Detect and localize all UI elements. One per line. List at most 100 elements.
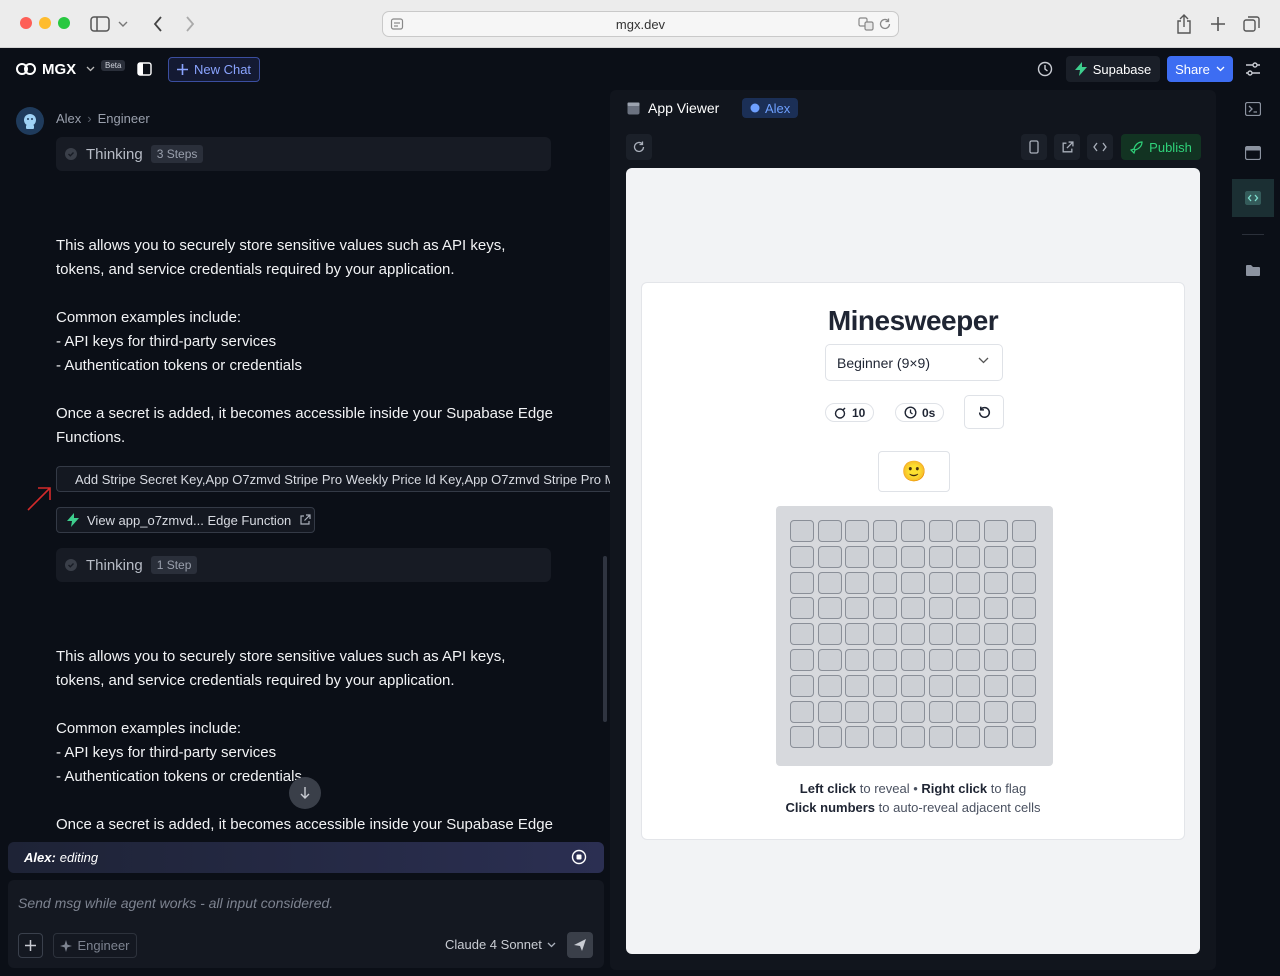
- board-cell[interactable]: [845, 649, 870, 671]
- board-cell[interactable]: [928, 674, 953, 697]
- board-cell[interactable]: [873, 545, 898, 568]
- agent-selector[interactable]: Engineer: [53, 933, 137, 958]
- board-cell[interactable]: [790, 597, 814, 620]
- board-cell[interactable]: [790, 571, 814, 594]
- board-cell[interactable]: [1011, 700, 1036, 723]
- add-secrets-action[interactable]: Add Stripe Secret Key,App O7zmvd Stripe …: [56, 466, 610, 492]
- board-cell[interactable]: [900, 545, 925, 568]
- browser-tool-button[interactable]: [1232, 134, 1274, 172]
- board-cell[interactable]: [1011, 674, 1036, 697]
- thinking-block[interactable]: Thinking 3 Steps: [56, 137, 551, 171]
- board-cell[interactable]: [1011, 649, 1036, 671]
- panel-toggle-icon[interactable]: [137, 62, 152, 76]
- new-tab-icon[interactable]: [1206, 12, 1230, 36]
- board-cell[interactable]: [790, 674, 814, 697]
- tab-overview-icon[interactable]: [1240, 12, 1264, 36]
- board-cell[interactable]: [845, 674, 870, 697]
- tab-app-viewer[interactable]: App Viewer: [627, 100, 719, 116]
- code-editor-tool-button[interactable]: [1232, 179, 1274, 217]
- board-cell[interactable]: [956, 597, 981, 620]
- message-composer[interactable]: Send msg while agent works - all input c…: [8, 880, 604, 968]
- board-cell[interactable]: [900, 571, 925, 594]
- board-cell[interactable]: [900, 597, 925, 620]
- chat-scrollbar[interactable]: [603, 556, 607, 722]
- board-cell[interactable]: [1011, 571, 1036, 594]
- board-cell[interactable]: [928, 700, 953, 723]
- board-cell[interactable]: [956, 700, 981, 723]
- board-cell[interactable]: [900, 649, 925, 671]
- board-cell[interactable]: [928, 597, 953, 620]
- sidebar-toggle-icon[interactable]: [88, 12, 112, 36]
- page-settings-icon[interactable]: [390, 17, 404, 31]
- board-cell[interactable]: [790, 726, 814, 749]
- model-selector[interactable]: Claude 4 Sonnet: [445, 937, 556, 952]
- board-cell[interactable]: [817, 545, 842, 568]
- view-edge-function-link[interactable]: View app_o7zmvd... Edge Function: [56, 507, 315, 533]
- back-icon[interactable]: [146, 12, 170, 36]
- board-cell[interactable]: [873, 649, 898, 671]
- attach-button[interactable]: [18, 933, 43, 958]
- board-cell[interactable]: [956, 545, 981, 568]
- board-cell[interactable]: [845, 726, 870, 749]
- board-cell[interactable]: [817, 726, 842, 749]
- forward-icon[interactable]: [178, 12, 202, 36]
- board-cell[interactable]: [928, 649, 953, 671]
- board-cell[interactable]: [845, 520, 870, 542]
- board-cell[interactable]: [845, 700, 870, 723]
- files-tool-button[interactable]: [1232, 251, 1274, 289]
- thinking-block[interactable]: Thinking 1 Step: [56, 548, 551, 582]
- brand-logo[interactable]: MGX: [16, 60, 95, 78]
- board-cell[interactable]: [928, 545, 953, 568]
- board-cell[interactable]: [873, 571, 898, 594]
- board-cell[interactable]: [817, 623, 842, 646]
- history-icon[interactable]: [1037, 61, 1053, 77]
- board-cell[interactable]: [817, 520, 842, 542]
- board-cell[interactable]: [790, 649, 814, 671]
- board-cell[interactable]: [983, 571, 1008, 594]
- board-cell[interactable]: [956, 623, 981, 646]
- supabase-button[interactable]: Supabase: [1066, 56, 1160, 82]
- translate-icon[interactable]: [858, 17, 874, 31]
- board-cell[interactable]: [873, 520, 898, 542]
- settings-sliders-icon[interactable]: [1245, 61, 1261, 77]
- board-cell[interactable]: [1011, 597, 1036, 620]
- board-cell[interactable]: [790, 520, 814, 542]
- board-cell[interactable]: [928, 623, 953, 646]
- board-cell[interactable]: [790, 700, 814, 723]
- tab-agent-alex[interactable]: Alex: [742, 98, 799, 118]
- board-cell[interactable]: [956, 649, 981, 671]
- face-button[interactable]: 🙂: [878, 451, 950, 492]
- board-cell[interactable]: [928, 726, 953, 749]
- board-cell[interactable]: [1011, 623, 1036, 646]
- stop-icon[interactable]: [571, 849, 587, 865]
- scroll-to-bottom-button[interactable]: [289, 777, 321, 809]
- board-cell[interactable]: [956, 674, 981, 697]
- board-cell[interactable]: [983, 674, 1008, 697]
- view-code-button[interactable]: [1087, 134, 1113, 160]
- board-cell[interactable]: [873, 623, 898, 646]
- board-cell[interactable]: [928, 571, 953, 594]
- board-cell[interactable]: [790, 623, 814, 646]
- board-cell[interactable]: [817, 571, 842, 594]
- refresh-preview-button[interactable]: [626, 134, 652, 160]
- board-cell[interactable]: [900, 520, 925, 542]
- board-cell[interactable]: [873, 597, 898, 620]
- board-cell[interactable]: [956, 520, 981, 542]
- open-external-button[interactable]: [1054, 134, 1080, 160]
- board-cell[interactable]: [983, 649, 1008, 671]
- board-cell[interactable]: [983, 545, 1008, 568]
- address-bar[interactable]: mgx.dev: [382, 11, 899, 37]
- board-cell[interactable]: [983, 623, 1008, 646]
- board-cell[interactable]: [1011, 520, 1036, 542]
- chevron-down-icon[interactable]: [115, 12, 131, 36]
- zoom-window-button[interactable]: [58, 17, 70, 29]
- new-chat-button[interactable]: New Chat: [168, 57, 260, 82]
- board-cell[interactable]: [817, 597, 842, 620]
- board-cell[interactable]: [817, 674, 842, 697]
- board-cell[interactable]: [983, 700, 1008, 723]
- share-button[interactable]: Share: [1167, 56, 1233, 82]
- board-cell[interactable]: [983, 520, 1008, 542]
- board-cell[interactable]: [956, 571, 981, 594]
- board-cell[interactable]: [900, 623, 925, 646]
- board-cell[interactable]: [928, 520, 953, 542]
